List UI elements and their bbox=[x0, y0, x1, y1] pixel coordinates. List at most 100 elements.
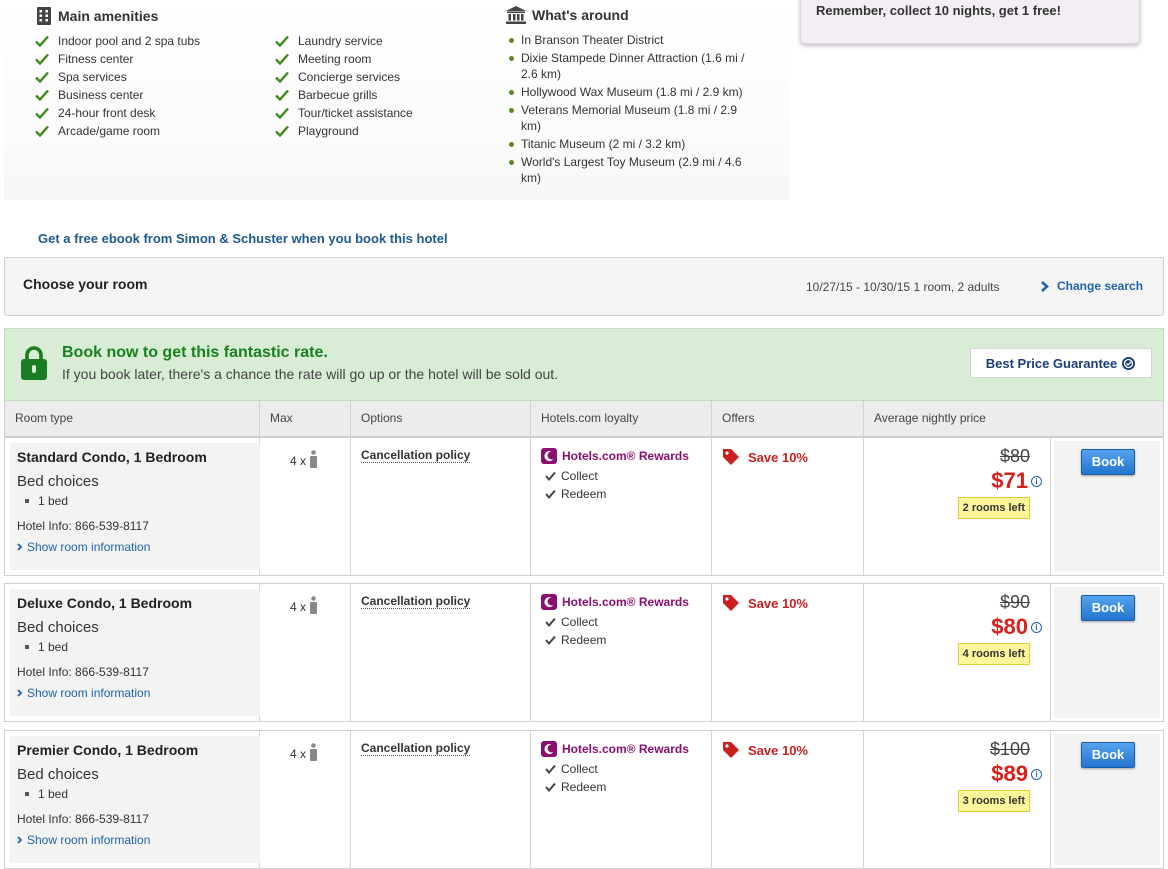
banner-title: Book now to get this fantastic rate. bbox=[62, 344, 328, 361]
price-tag-icon bbox=[723, 595, 739, 611]
amenity-item: Meeting room bbox=[275, 50, 413, 68]
amenity-item: Concierge services bbox=[275, 68, 413, 86]
price-tag-icon bbox=[723, 742, 739, 758]
moon-rewards-icon bbox=[541, 594, 557, 610]
show-room-info-link[interactable]: Show room information bbox=[17, 686, 260, 700]
banner-subtitle: If you book later, there's a chance the … bbox=[62, 366, 559, 382]
search-dates: 10/27/15 - 10/30/15 bbox=[806, 280, 911, 294]
bed-option: 1 bed bbox=[17, 640, 260, 654]
options-cell: Cancellation policy bbox=[351, 731, 531, 868]
around-title-text: What's around bbox=[532, 7, 629, 23]
cancellation-policy-link[interactable]: Cancellation policy bbox=[361, 449, 471, 463]
offers-cell: Save 10% bbox=[712, 731, 864, 868]
options-cell: Cancellation policy bbox=[351, 438, 531, 575]
checkmark-icon bbox=[35, 107, 49, 119]
checkmark-icon bbox=[275, 53, 289, 65]
around-item: In Branson Theater District bbox=[506, 32, 751, 48]
around-title: What's around bbox=[506, 6, 629, 24]
person-icon bbox=[310, 596, 318, 614]
show-room-info-link[interactable]: Show room information bbox=[17, 540, 260, 554]
header-offers: Offers bbox=[712, 401, 864, 437]
checkmark-icon bbox=[275, 107, 289, 119]
amenities-title-text: Main amenities bbox=[58, 8, 159, 24]
price-cell: $100 $89 i 3 rooms left bbox=[864, 731, 1051, 868]
checkmark-icon bbox=[545, 782, 556, 792]
checkmark-icon bbox=[545, 635, 556, 645]
max-occupancy-cell: 4 x bbox=[260, 438, 351, 575]
offers-cell: Save 10% bbox=[712, 438, 864, 575]
person-icon bbox=[310, 743, 318, 761]
checkmark-icon bbox=[545, 617, 556, 627]
moon-rewards-icon bbox=[541, 448, 557, 464]
info-icon[interactable]: i bbox=[1031, 621, 1042, 633]
info-icon[interactable]: i bbox=[1031, 768, 1042, 780]
offer-badge: Save 10% bbox=[722, 594, 808, 612]
bed-option: 1 bed bbox=[17, 494, 260, 508]
checkmark-icon bbox=[545, 764, 556, 774]
price-tag-icon bbox=[723, 449, 739, 465]
cancellation-policy-link[interactable]: Cancellation policy bbox=[361, 595, 471, 609]
offer-badge: Save 10% bbox=[722, 741, 808, 759]
rewards-title: Hotels.com® Rewards bbox=[541, 448, 689, 464]
amenities-list-1: Indoor pool and 2 spa tubs Fitness cente… bbox=[35, 32, 200, 140]
change-search-label: Change search bbox=[1057, 279, 1144, 293]
discount-price: $80 i bbox=[991, 614, 1042, 640]
loyalty-cell: Hotels.com® Rewards Collect Redeem bbox=[531, 584, 712, 721]
checkmark-icon bbox=[275, 71, 289, 83]
checkmark-icon bbox=[35, 53, 49, 65]
search-summary: 10/27/15 - 10/30/15 1 room, 2 adults bbox=[806, 280, 999, 294]
hotel-info: Hotel Info: 866-539-8117 bbox=[17, 519, 149, 533]
room-row: Standard Condo, 1 Bedroom Bed choices 1 … bbox=[4, 437, 1164, 576]
bullet-icon bbox=[25, 645, 29, 649]
max-occupancy: 4 x bbox=[290, 600, 307, 614]
amenity-item: Tour/ticket assistance bbox=[275, 104, 413, 122]
ebook-promo-link[interactable]: Get a free ebook from Simon & Schuster w… bbox=[38, 231, 448, 246]
building-icon bbox=[37, 7, 51, 25]
redeem-item: Redeem bbox=[545, 487, 606, 501]
info-icon[interactable]: i bbox=[1031, 475, 1042, 487]
original-price: $100 bbox=[989, 739, 1030, 759]
room-row: Deluxe Condo, 1 Bedroom Bed choices 1 be… bbox=[4, 583, 1164, 722]
amenity-item: Spa services bbox=[35, 68, 200, 86]
max-occupancy: 4 x bbox=[290, 747, 307, 761]
bed-option: 1 bed bbox=[17, 787, 260, 801]
rewards-promo-text: Remember, collect 10 nights, get 1 free! bbox=[816, 3, 1061, 18]
room-name: Premier Condo, 1 Bedroom bbox=[17, 742, 199, 758]
book-button[interactable]: Book bbox=[1081, 449, 1135, 475]
show-room-info-link[interactable]: Show room information bbox=[17, 833, 260, 847]
offer-badge: Save 10% bbox=[722, 448, 808, 466]
amenity-item: Arcade/game room bbox=[35, 122, 200, 140]
book-button[interactable]: Book bbox=[1081, 595, 1135, 621]
chevron-right-icon bbox=[1041, 280, 1049, 292]
lock-icon bbox=[21, 346, 47, 380]
amenities-title: Main amenities bbox=[36, 7, 158, 25]
moon-rewards-icon bbox=[541, 741, 557, 757]
options-cell: Cancellation policy bbox=[351, 584, 531, 721]
book-button[interactable]: Book bbox=[1081, 742, 1135, 768]
max-occupancy-cell: 4 x bbox=[260, 731, 351, 868]
best-price-guarantee-label: Best Price Guarantee bbox=[985, 355, 1118, 371]
hotel-info: Hotel Info: 866-539-8117 bbox=[17, 812, 149, 826]
price-cell: $90 $80 i 4 rooms left bbox=[864, 584, 1051, 721]
rewards-title: Hotels.com® Rewards bbox=[541, 594, 689, 610]
discount-price: $89 i bbox=[991, 761, 1042, 787]
checkmark-icon bbox=[35, 125, 49, 137]
hotel-info: Hotel Info: 866-539-8117 bbox=[17, 665, 149, 679]
checkmark-icon bbox=[545, 471, 556, 481]
room-type-cell: Standard Condo, 1 Bedroom Bed choices 1 … bbox=[5, 438, 260, 575]
amenities-list-2: Laundry service Meeting room Concierge s… bbox=[275, 32, 413, 140]
best-price-guarantee-button[interactable]: Best Price Guarantee bbox=[970, 348, 1152, 378]
bed-choices-label: Bed choices bbox=[17, 619, 99, 636]
header-options: Options bbox=[351, 401, 531, 437]
loyalty-cell: Hotels.com® Rewards Collect Redeem bbox=[531, 438, 712, 575]
room-name: Standard Condo, 1 Bedroom bbox=[17, 449, 207, 465]
choose-room-bar: Choose your room 10/27/15 - 10/30/15 1 r… bbox=[4, 257, 1164, 316]
around-item: World's Largest Toy Museum (2.9 mi / 4.6… bbox=[506, 154, 751, 186]
collect-item: Collect bbox=[545, 469, 598, 483]
redeem-item: Redeem bbox=[545, 780, 606, 794]
cancellation-policy-link[interactable]: Cancellation policy bbox=[361, 742, 471, 756]
book-cell: Book bbox=[1051, 584, 1163, 721]
checkmark-icon bbox=[35, 71, 49, 83]
checkmark-icon bbox=[275, 125, 289, 137]
change-search-link[interactable]: Change search bbox=[1041, 279, 1143, 293]
